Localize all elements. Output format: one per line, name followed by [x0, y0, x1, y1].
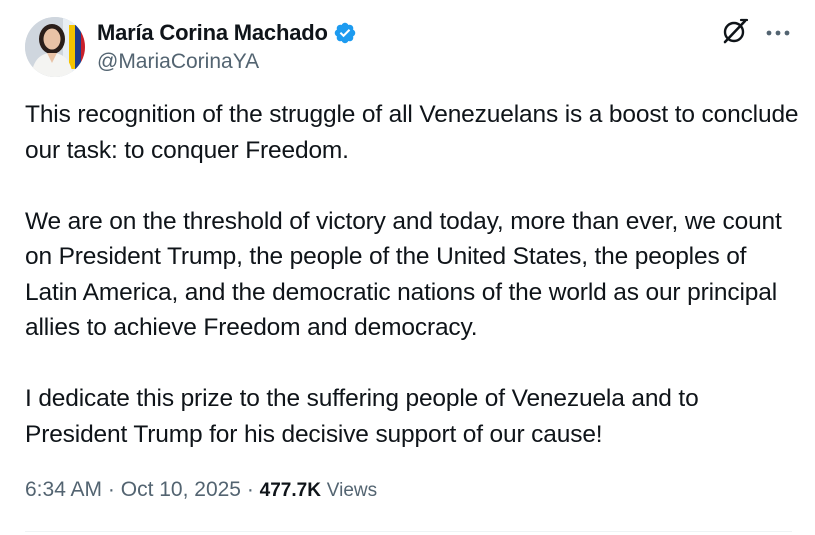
- tweet-date[interactable]: Oct 10, 2025: [121, 478, 241, 501]
- meta-separator: ·: [107, 478, 121, 501]
- more-options-button[interactable]: [763, 18, 793, 48]
- author-display-name[interactable]: María Corina Machado: [97, 20, 328, 46]
- tweet-paragraph: We are on the threshold of victory and t…: [25, 207, 782, 342]
- more-options-icon: [765, 24, 791, 42]
- tweet-card: María Corina Machado @MariaCorinaYA This…: [0, 0, 815, 535]
- author-name-row: María Corina Machado: [97, 19, 357, 47]
- grok-button[interactable]: [720, 18, 750, 48]
- tweet-paragraph: This recognition of the struggle of all …: [25, 101, 799, 164]
- views-count[interactable]: 477.7K: [260, 480, 321, 501]
- tweet-meta: 6:34 AM · Oct 10, 2025 · 477.7K Views: [25, 478, 377, 502]
- divider: [25, 531, 792, 532]
- verified-badge-icon[interactable]: [333, 21, 357, 45]
- tweet-paragraph: I dedicate this prize to the suffering p…: [25, 385, 699, 448]
- grok-icon: [721, 17, 749, 50]
- avatar-image: [25, 17, 85, 77]
- tweet-text: This recognition of the struggle of all …: [25, 97, 800, 452]
- meta-separator: ·: [246, 478, 260, 501]
- author-handle[interactable]: @MariaCorinaYA: [97, 50, 357, 74]
- avatar[interactable]: [25, 17, 85, 77]
- author-block: María Corina Machado @MariaCorinaYA: [97, 19, 357, 74]
- views-label: Views: [326, 480, 378, 501]
- tweet-time[interactable]: 6:34 AM: [25, 478, 102, 501]
